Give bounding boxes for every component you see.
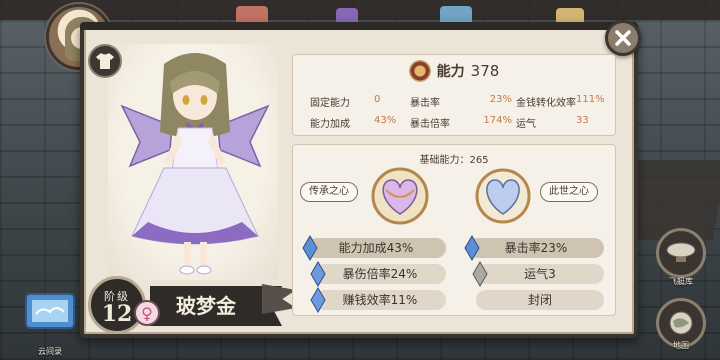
- outfit-tab[interactable]: [88, 44, 122, 78]
- cloud-book-label: 云间录: [38, 347, 62, 356]
- airship-label: 飞艇库: [669, 277, 693, 286]
- gender-icon: ♀: [134, 300, 160, 326]
- map-icon: [669, 311, 693, 335]
- ability-label: 能力: [436, 64, 465, 80]
- base-ability-label: 基础能力：265: [419, 155, 489, 166]
- stat-label: 能力加成: [310, 119, 350, 130]
- stat-value: 174%: [483, 115, 512, 126]
- attribute-pill: 能力加成43%: [302, 235, 446, 261]
- attribute-pill: 赚钱效率11%: [310, 287, 446, 313]
- world-heart-slot[interactable]: [470, 166, 536, 226]
- stat-label: 暴击倍率: [410, 119, 450, 130]
- close-icon: [615, 30, 631, 46]
- airship-button[interactable]: [656, 228, 706, 278]
- stat-label: 固定能力: [310, 98, 350, 109]
- attribute-pill: 暴伤倍率24%: [310, 261, 446, 287]
- stat-value: 33: [576, 115, 589, 126]
- ability-header: 能力 378: [292, 58, 616, 84]
- attribute-text: 暴伤倍率24%: [342, 267, 418, 281]
- ceiling-beam: [0, 0, 720, 20]
- ability-value: 378: [470, 62, 500, 80]
- stat-value: 23%: [489, 94, 512, 105]
- stat-value: 43%: [374, 115, 397, 126]
- attribute-text: 赚钱效率11%: [342, 293, 418, 307]
- attribute-text: 能力加成43%: [338, 241, 414, 255]
- shirt-icon: [96, 53, 114, 69]
- ability-icon: [408, 60, 431, 82]
- character-illustration: [120, 53, 270, 275]
- attribute-pill: 暴击率23%: [464, 235, 604, 261]
- world-heart-tag: 此世之心: [540, 182, 598, 202]
- attribute-pill: 运气3: [472, 261, 604, 287]
- close-button[interactable]: [605, 20, 641, 56]
- panel-topbar: [80, 22, 638, 30]
- inherit-heart-tag: 传承之心: [300, 182, 358, 202]
- stat-grid: 固定能力 0 暴击率 23% 金钱转化效率 111% 能力加成 43% 暴击倍率…: [310, 94, 610, 130]
- attribute-text: 封闭: [527, 293, 552, 307]
- stat-value: 111%: [576, 94, 605, 105]
- stat-label: 金钱转化效率: [516, 98, 576, 109]
- map-label: 地图: [673, 341, 689, 350]
- stat-value: 0: [374, 94, 381, 105]
- inherit-heart-slot[interactable]: [364, 166, 436, 226]
- attribute-text: 暴击率23%: [504, 241, 568, 255]
- attribute-pill-locked: 封闭: [476, 290, 604, 310]
- stat-label: 暴击率: [410, 98, 440, 109]
- stat-label: 运气: [516, 119, 536, 130]
- airship-icon: [666, 242, 696, 262]
- cloud-book-icon[interactable]: [22, 288, 78, 334]
- attribute-text: 运气3: [524, 267, 556, 281]
